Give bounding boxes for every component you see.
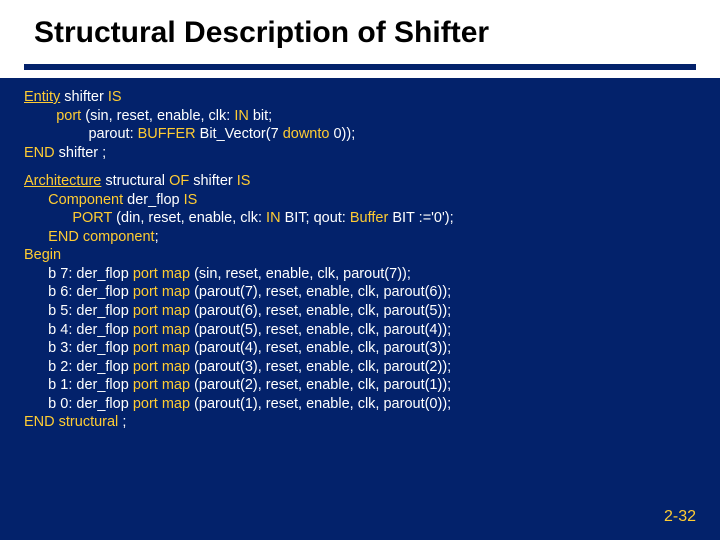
txt: b 5: der_flop [24,303,133,319]
title-underline [24,64,696,70]
txt: b 6: der_flop [24,284,133,300]
header-block: Structural Description of Shifter [0,0,720,78]
kw-buffer: BUFFER [138,126,196,142]
arch-line-4: END component; [24,228,696,247]
txt: b 2: der_flop [24,359,133,375]
txt: (parout(6), reset, enable, clk, parout(5… [190,303,451,319]
txt: (parout(4), reset, enable, clk, parout(3… [190,340,451,356]
txt: shifter [189,173,237,189]
entity-line-4: END shifter ; [24,144,696,163]
txt: parout: [24,126,138,142]
txt: 0)); [329,126,355,142]
kw-port: port [24,108,81,124]
kw-port: PORT [24,210,112,226]
txt: Bit_Vector(7 [196,126,283,142]
arch-line-2: Component der_flop IS [24,191,696,210]
page-title: Structural Description of Shifter [0,0,720,58]
kw-portmap: port map [133,266,190,282]
kw-portmap: port map [133,359,190,375]
map-b0: b 0: der_flop port map (parout(1), reset… [24,395,696,414]
kw-portmap: port map [133,396,190,412]
kw-end: END [24,229,79,245]
txt: BIT :='0'); [388,210,453,226]
kw-end: END [24,145,55,161]
txt: b 0: der_flop [24,396,133,412]
kw-portmap: port map [133,377,190,393]
kw-component2: component [79,229,155,245]
txt: b 3: der_flop [24,340,133,356]
txt: (sin, reset, enable, clk, parout(7)); [190,266,411,282]
txt: (parout(5), reset, enable, clk, parout(4… [190,322,451,338]
slide-body: Entity shifter IS port (sin, reset, enab… [0,78,720,432]
page-number: 2-32 [664,508,696,526]
kw-entity: Entity [24,89,60,105]
entity-line-3: parout: BUFFER Bit_Vector(7 downto 0)); [24,125,696,144]
txt: (parout(1), reset, enable, clk, parout(0… [190,396,451,412]
txt: der_flop [123,192,183,208]
kw-in: IN [234,108,249,124]
txt: ; [155,229,159,245]
txt: bit; [249,108,272,124]
txt: b 7: der_flop [24,266,133,282]
map-b5: b 5: der_flop port map (parout(6), reset… [24,302,696,321]
kw-component: Component [24,192,123,208]
kw-end: END [24,414,55,430]
txt: shifter [60,89,108,105]
kw-is: IS [108,89,122,105]
slide: Structural Description of Shifter Entity… [0,0,720,540]
gap [24,162,696,172]
kw-begin: Begin [24,247,61,263]
kw-buffer: Buffer [350,210,388,226]
txt: b 1: der_flop [24,377,133,393]
entity-line-2: port (sin, reset, enable, clk: IN bit; [24,107,696,126]
txt: (parout(7), reset, enable, clk, parout(6… [190,284,451,300]
map-b6: b 6: der_flop port map (parout(7), reset… [24,283,696,302]
entity-line-1: Entity shifter IS [24,88,696,107]
kw-portmap: port map [133,284,190,300]
kw-in: IN [266,210,281,226]
kw-is: IS [184,192,198,208]
txt-structural: structural [55,414,123,430]
kw-portmap: port map [133,340,190,356]
txt: (parout(3), reset, enable, clk, parout(2… [190,359,451,375]
txt: ; [122,414,126,430]
arch-begin: Begin [24,246,696,265]
kw-downto: downto [283,126,330,142]
txt: shifter ; [55,145,107,161]
arch-line-3: PORT (din, reset, enable, clk: IN BIT; q… [24,209,696,228]
txt: BIT; qout: [281,210,350,226]
map-b1: b 1: der_flop port map (parout(2), reset… [24,376,696,395]
kw-portmap: port map [133,303,190,319]
txt: structural [101,173,169,189]
txt: (sin, reset, enable, clk: [81,108,234,124]
map-b3: b 3: der_flop port map (parout(4), reset… [24,339,696,358]
kw-of: OF [169,173,189,189]
txt: b 4: der_flop [24,322,133,338]
arch-end: END structural ; [24,413,696,432]
kw-portmap: port map [133,322,190,338]
txt: (parout(2), reset, enable, clk, parout(1… [190,377,451,393]
map-b2: b 2: der_flop port map (parout(3), reset… [24,358,696,377]
arch-line-1: Architecture structural OF shifter IS [24,172,696,191]
kw-is: IS [237,173,251,189]
map-b7: b 7: der_flop port map (sin, reset, enab… [24,265,696,284]
map-b4: b 4: der_flop port map (parout(5), reset… [24,321,696,340]
kw-architecture: Architecture [24,173,101,189]
txt: (din, reset, enable, clk: [112,210,266,226]
